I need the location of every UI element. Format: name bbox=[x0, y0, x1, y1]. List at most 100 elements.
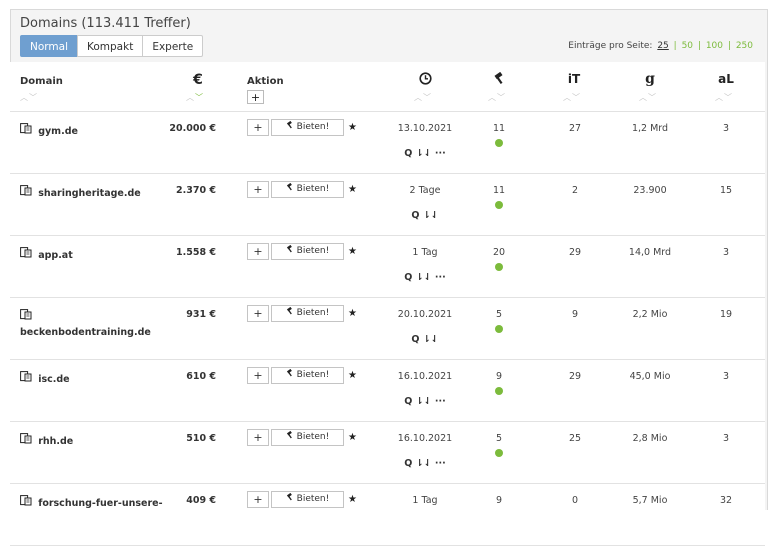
domain-tools[interactable]: Q ⇂⇃ ··· bbox=[395, 272, 455, 283]
bid-button-label: Bieten! bbox=[296, 308, 330, 318]
gavel-icon bbox=[286, 182, 297, 194]
bids-value: 11 bbox=[492, 123, 506, 134]
per-page-50[interactable]: 50 bbox=[682, 41, 693, 51]
add-button[interactable]: + bbox=[247, 367, 269, 384]
domain-tools[interactable]: Q ⇂⇃ ··· bbox=[395, 396, 455, 407]
it-value: 29 bbox=[568, 371, 582, 382]
it-value: 2 bbox=[571, 185, 579, 196]
gavel-icon[interactable] bbox=[489, 71, 509, 88]
watchlist-star-icon[interactable]: ★ bbox=[348, 308, 357, 319]
end-time: 1 Tag bbox=[412, 495, 438, 506]
bids-value: 11 bbox=[492, 185, 506, 196]
add-button[interactable]: + bbox=[247, 491, 269, 508]
bids-count: 11 bbox=[480, 185, 518, 209]
table-header: Domain ︿﹀ € ︿﹀ Aktion + ︿﹀ ︿﹀ iT ︿﹀ g ︿﹀… bbox=[10, 62, 765, 112]
per-page-100[interactable]: 100 bbox=[706, 41, 723, 51]
tab-kompakt[interactable]: Kompakt bbox=[77, 35, 144, 57]
domain-name[interactable]: gym.de bbox=[38, 126, 78, 137]
domain-name[interactable]: isc.de bbox=[38, 374, 69, 385]
sort-time[interactable]: ︿﹀ bbox=[414, 92, 432, 103]
gavel-icon bbox=[286, 492, 297, 504]
domain-tools[interactable]: Q ⇂⇃ bbox=[395, 334, 455, 345]
per-page-250[interactable]: 250 bbox=[736, 41, 753, 51]
table-row-4: beckenbodentraining.de 931 € + Bieten! ★… bbox=[10, 298, 765, 360]
watchlist-star-icon[interactable]: ★ bbox=[348, 246, 357, 257]
end-time: 20.10.2021 bbox=[397, 309, 453, 320]
column-domain[interactable]: Domain bbox=[20, 76, 63, 87]
add-button[interactable]: + bbox=[247, 305, 269, 322]
sort-bids[interactable]: ︿﹀ bbox=[488, 92, 506, 103]
bid-button[interactable]: Bieten! bbox=[271, 243, 344, 260]
al-value: 3 bbox=[722, 433, 730, 444]
action-buttons: + Bieten! ★ bbox=[247, 367, 357, 384]
sort-price[interactable]: ︿﹀ bbox=[186, 92, 204, 103]
clock-icon[interactable] bbox=[415, 72, 435, 88]
bid-button[interactable]: Bieten! bbox=[271, 491, 344, 508]
google-icon[interactable]: g bbox=[639, 71, 661, 87]
add-button[interactable]: + bbox=[247, 429, 269, 446]
bid-button-label: Bieten! bbox=[296, 494, 330, 504]
watchlist-star-icon[interactable]: ★ bbox=[348, 432, 357, 443]
domain-tools[interactable]: Q ⇂⇃ ··· bbox=[395, 458, 455, 469]
domain-name[interactable]: beckenbodentraining.de bbox=[20, 327, 180, 338]
gavel-icon bbox=[286, 368, 297, 380]
bids-value: 5 bbox=[495, 433, 503, 444]
watchlist-star-icon[interactable]: ★ bbox=[348, 122, 357, 133]
bids-count: 9 bbox=[480, 371, 518, 395]
al-value: 3 bbox=[722, 247, 730, 258]
bid-button[interactable]: Bieten! bbox=[271, 181, 344, 198]
per-page-25[interactable]: 25 bbox=[657, 41, 668, 51]
bid-button[interactable]: Bieten! bbox=[271, 429, 344, 446]
price: 610 € bbox=[186, 371, 216, 382]
status-dot bbox=[495, 139, 503, 147]
domain-document-icon bbox=[20, 433, 35, 447]
al-icon[interactable]: aL bbox=[715, 72, 737, 86]
add-button[interactable]: + bbox=[247, 119, 269, 136]
it-value: 0 bbox=[571, 495, 579, 506]
domain-tools[interactable]: Q ⇂⇃ bbox=[395, 210, 455, 221]
gavel-icon bbox=[286, 120, 297, 132]
bid-button-label: Bieten! bbox=[296, 184, 330, 194]
tab-experte[interactable]: Experte bbox=[142, 35, 204, 57]
gavel-icon bbox=[286, 430, 297, 442]
bid-button[interactable]: Bieten! bbox=[271, 367, 344, 384]
domain-document-icon bbox=[20, 371, 35, 385]
add-button[interactable]: + bbox=[247, 243, 269, 260]
it-value: 9 bbox=[571, 309, 579, 320]
watchlist-star-icon[interactable]: ★ bbox=[348, 370, 357, 381]
end-time: 16.10.2021 bbox=[397, 433, 453, 444]
domain-tools[interactable]: Q ⇂⇃ ··· bbox=[395, 148, 455, 159]
watchlist-star-icon[interactable]: ★ bbox=[348, 494, 357, 505]
add-button[interactable]: + bbox=[247, 181, 269, 198]
sort-google[interactable]: ︿﹀ bbox=[639, 92, 657, 103]
status-dot bbox=[495, 263, 503, 271]
domain-document-icon bbox=[20, 123, 35, 137]
it-icon[interactable]: iT bbox=[563, 72, 585, 86]
tab-normal[interactable]: Normal bbox=[20, 35, 78, 57]
bid-button[interactable]: Bieten! bbox=[271, 305, 344, 322]
bid-button[interactable]: Bieten! bbox=[271, 119, 344, 136]
page-title: Domains (113.411 Treffer) bbox=[20, 16, 191, 31]
bids-value: 5 bbox=[495, 309, 503, 320]
domain-name[interactable]: sharingheritage.de bbox=[38, 188, 141, 199]
it-value: 27 bbox=[568, 123, 582, 134]
table-row-7: forschung-fuer-unsere- 409 € + Bieten! ★… bbox=[10, 484, 765, 546]
gavel-icon bbox=[286, 244, 297, 256]
bids-count: 20 bbox=[480, 247, 518, 271]
domain-name[interactable]: forschung-fuer-unsere- bbox=[38, 498, 162, 509]
domain-name[interactable]: rhh.de bbox=[38, 436, 73, 447]
google-value: 23.900 bbox=[633, 185, 667, 196]
sort-it[interactable]: ︿﹀ bbox=[563, 92, 581, 103]
domain-document-icon bbox=[20, 495, 35, 509]
sort-domain[interactable]: ︿﹀ bbox=[20, 92, 38, 103]
sort-al[interactable]: ︿﹀ bbox=[715, 92, 733, 103]
status-dot bbox=[495, 387, 503, 395]
google-value: 14,0 Mrd bbox=[628, 247, 672, 258]
watchlist-star-icon[interactable]: ★ bbox=[348, 184, 357, 195]
add-all-button[interactable]: + bbox=[247, 90, 264, 104]
bids-count: 9 bbox=[480, 495, 518, 506]
table-row-5: isc.de 610 € + Bieten! ★ 16.10.2021 Q ⇂⇃… bbox=[10, 360, 765, 422]
bids-count: 5 bbox=[480, 433, 518, 457]
domain-name[interactable]: app.at bbox=[38, 250, 73, 261]
domains-table: Domain ︿﹀ € ︿﹀ Aktion + ︿﹀ ︿﹀ iT ︿﹀ g ︿﹀… bbox=[10, 62, 765, 546]
